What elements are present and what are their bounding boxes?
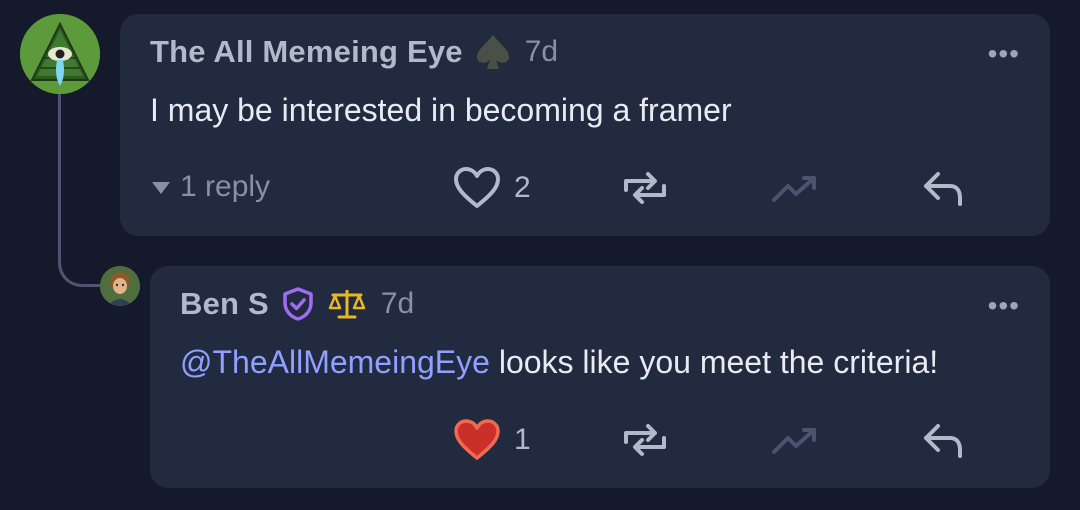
like-count: 2 [514,171,531,204]
author-name[interactable]: Ben S [180,286,269,322]
like-button[interactable]: 2 [452,166,531,210]
caret-down-icon [152,182,170,194]
reply-icon [924,424,962,458]
comment-header: The All Memeing Eye 7d [150,32,558,72]
spade-icon [475,33,511,71]
replies-toggle[interactable]: 1 reply [150,170,270,204]
user-mention-link[interactable]: @TheAllMemeingEye [180,344,490,380]
comment-text: I may be interested in becoming a framer [150,92,732,128]
comment-header: Ben S 7d [180,284,414,324]
boost-button[interactable] [770,422,820,458]
avatar-ben-s[interactable] [100,266,140,306]
heart-filled-icon [454,419,500,460]
more-options-button[interactable]: ••• [988,290,1020,322]
timestamp: 7d [380,287,415,320]
like-count: 1 [514,423,531,456]
boost-button[interactable] [770,170,820,206]
comment-text-rest: looks like you meet the criteria! [489,344,939,380]
trending-up-icon [772,428,816,454]
shield-check-icon [281,286,315,322]
reply-button[interactable] [920,168,966,208]
recast-button[interactable] [620,170,670,206]
reply-card: Ben S 7d ••• @TheAllMemeingEye looks lik… [150,266,1050,488]
heart-icon [454,167,500,208]
author-name[interactable]: The All Memeing Eye [150,34,463,70]
thread-connector [58,92,106,287]
reply-icon [924,172,962,206]
recast-button[interactable] [620,422,670,458]
comment-actions: 1 [150,416,1050,464]
more-options-button[interactable]: ••• [988,38,1020,70]
avatar-the-all-memeing-eye[interactable] [20,14,100,94]
reply-count-label: 1 reply [180,170,271,203]
comment-card: The All Memeing Eye 7d ••• I may be inte… [120,14,1050,236]
comment-text: @TheAllMemeingEye looks like you meet th… [180,344,938,381]
recast-icon [624,424,666,456]
trending-up-icon [772,176,816,202]
recast-icon [624,172,666,204]
reply-button[interactable] [920,420,966,460]
timestamp: 7d [524,35,559,68]
scales-icon [327,286,367,322]
comment-actions: 1 reply 2 [120,164,1050,212]
like-button[interactable]: 1 [452,418,531,462]
